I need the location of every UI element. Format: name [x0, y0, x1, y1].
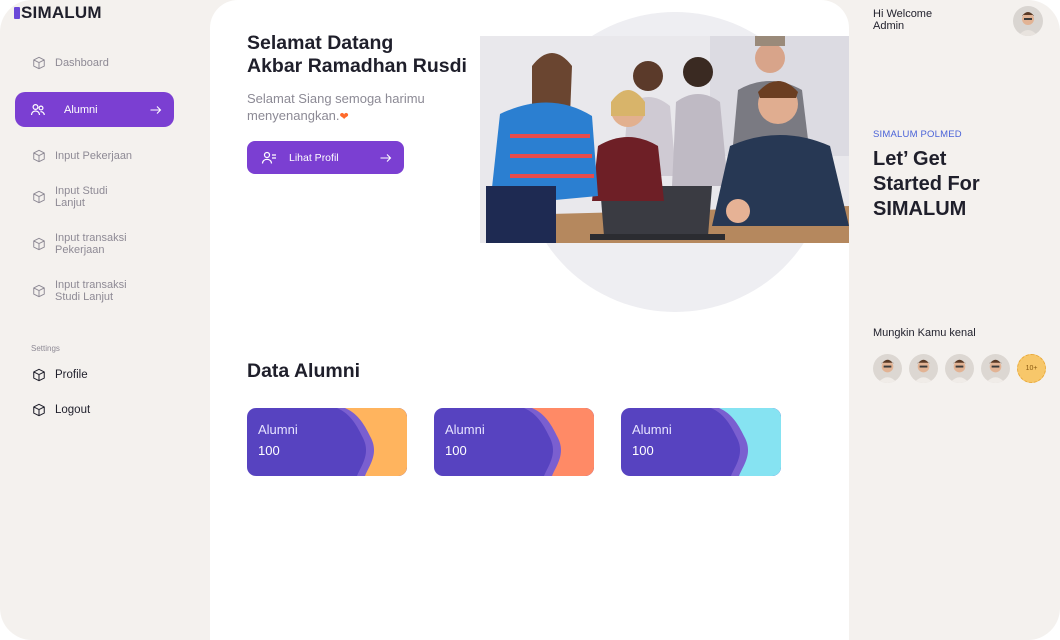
card-value: 100	[632, 443, 654, 458]
settings-section-title: Settings	[31, 344, 60, 353]
arrow-right-icon	[150, 105, 162, 114]
sidebar-item-label: Input Pekerjaan	[55, 150, 133, 162]
admin-avatar[interactable]	[1013, 6, 1043, 36]
sidebar-item-label: Logout	[55, 404, 91, 416]
card-label: Alumni	[258, 422, 298, 437]
logo-mark-icon	[14, 7, 20, 19]
sidebar-item-logout[interactable]: Logout	[32, 403, 90, 417]
logo[interactable]: SIMALUM	[14, 3, 102, 23]
sidebar-item-label: Input Studi Lanjut	[55, 185, 108, 209]
sidebar-item-dashboard[interactable]: Dashboard	[32, 56, 109, 70]
avatar[interactable]	[981, 354, 1010, 383]
logo-text: SIMALUM	[21, 3, 102, 22]
suggested-people: 10+	[873, 354, 1046, 383]
avatar[interactable]	[909, 354, 938, 383]
hero-team-photo	[480, 36, 849, 243]
arrow-right-icon	[380, 153, 392, 162]
card-label: Alumni	[632, 422, 672, 437]
promo-tag: SIMALUM POLMED	[873, 129, 962, 140]
sidebar-item-alumni[interactable]: Alumni	[15, 92, 174, 127]
welcome-text: Hi Welcome Admin	[873, 8, 933, 32]
avatar[interactable]	[945, 354, 974, 383]
sidebar-item-input-studi-lanjut[interactable]: Input Studi Lanjut	[32, 185, 108, 209]
cube-icon	[33, 403, 45, 417]
card-label: Alumni	[445, 422, 485, 437]
cube-icon	[33, 368, 45, 382]
alumni-stat-card[interactable]: Alumni 100	[621, 408, 781, 476]
data-alumni-title: Data Alumni	[247, 360, 361, 382]
greeting-subtitle: Selamat Siang semoga harimu menyenangkan…	[247, 90, 457, 126]
sidebar-item-label: Alumni	[64, 103, 98, 116]
sidebar-item-input-transaksi-studi-lanjut[interactable]: Input transaksi Studi Lanjut	[32, 279, 127, 303]
greeting-subtitle-text: Selamat Siang semoga harimu menyenangkan…	[247, 91, 425, 123]
sidebar-item-label: Input transaksi Pekerjaan	[55, 232, 127, 256]
user-list-icon	[261, 151, 276, 164]
alumni-stat-card[interactable]: Alumni 100	[247, 408, 407, 476]
heart-icon: ❤	[339, 111, 349, 123]
main-content: Selamat Datang Akbar Ramadhan Rusdi Sela…	[210, 0, 849, 640]
cube-icon	[33, 56, 45, 70]
sidebar-item-input-transaksi-pekerjaan[interactable]: Input transaksi Pekerjaan	[32, 232, 127, 256]
sidebar-item-label: Profile	[55, 369, 88, 381]
card-value: 100	[258, 443, 280, 458]
card-wave-decoration	[711, 408, 781, 476]
card-wave-decoration	[337, 408, 407, 476]
promo-title: Let’ Get Started For SIMALUM	[873, 148, 980, 220]
right-panel: Hi Welcome Admin SIMALUM POLMED Let’ Get…	[849, 0, 1060, 640]
more-people-badge[interactable]: 10+	[1017, 354, 1046, 383]
cube-icon	[33, 190, 45, 204]
app-frame: SIMALUM Dashboard Alumni Input Pekerjaan…	[0, 0, 1060, 640]
sidebar: SIMALUM Dashboard Alumni Input Pekerjaan…	[0, 0, 208, 640]
cube-icon	[33, 284, 45, 298]
avatar[interactable]	[873, 354, 902, 383]
view-profile-label: Lihat Profil	[289, 151, 339, 164]
cube-icon	[33, 149, 45, 163]
card-value: 100	[445, 443, 467, 458]
cube-icon	[33, 237, 45, 251]
view-profile-button[interactable]: Lihat Profil	[247, 141, 404, 174]
sidebar-item-label: Dashboard	[55, 57, 109, 69]
sidebar-item-label: Input transaksi Studi Lanjut	[55, 279, 127, 303]
users-icon	[30, 103, 45, 115]
sidebar-item-profile[interactable]: Profile	[32, 368, 88, 382]
suggestions-title: Mungkin Kamu kenal	[873, 327, 976, 339]
card-wave-decoration	[524, 408, 594, 476]
sidebar-item-input-pekerjaan[interactable]: Input Pekerjaan	[32, 149, 132, 163]
alumni-stat-card[interactable]: Alumni 100	[434, 408, 594, 476]
greeting-title: Selamat Datang Akbar Ramadhan Rusdi	[247, 32, 467, 77]
